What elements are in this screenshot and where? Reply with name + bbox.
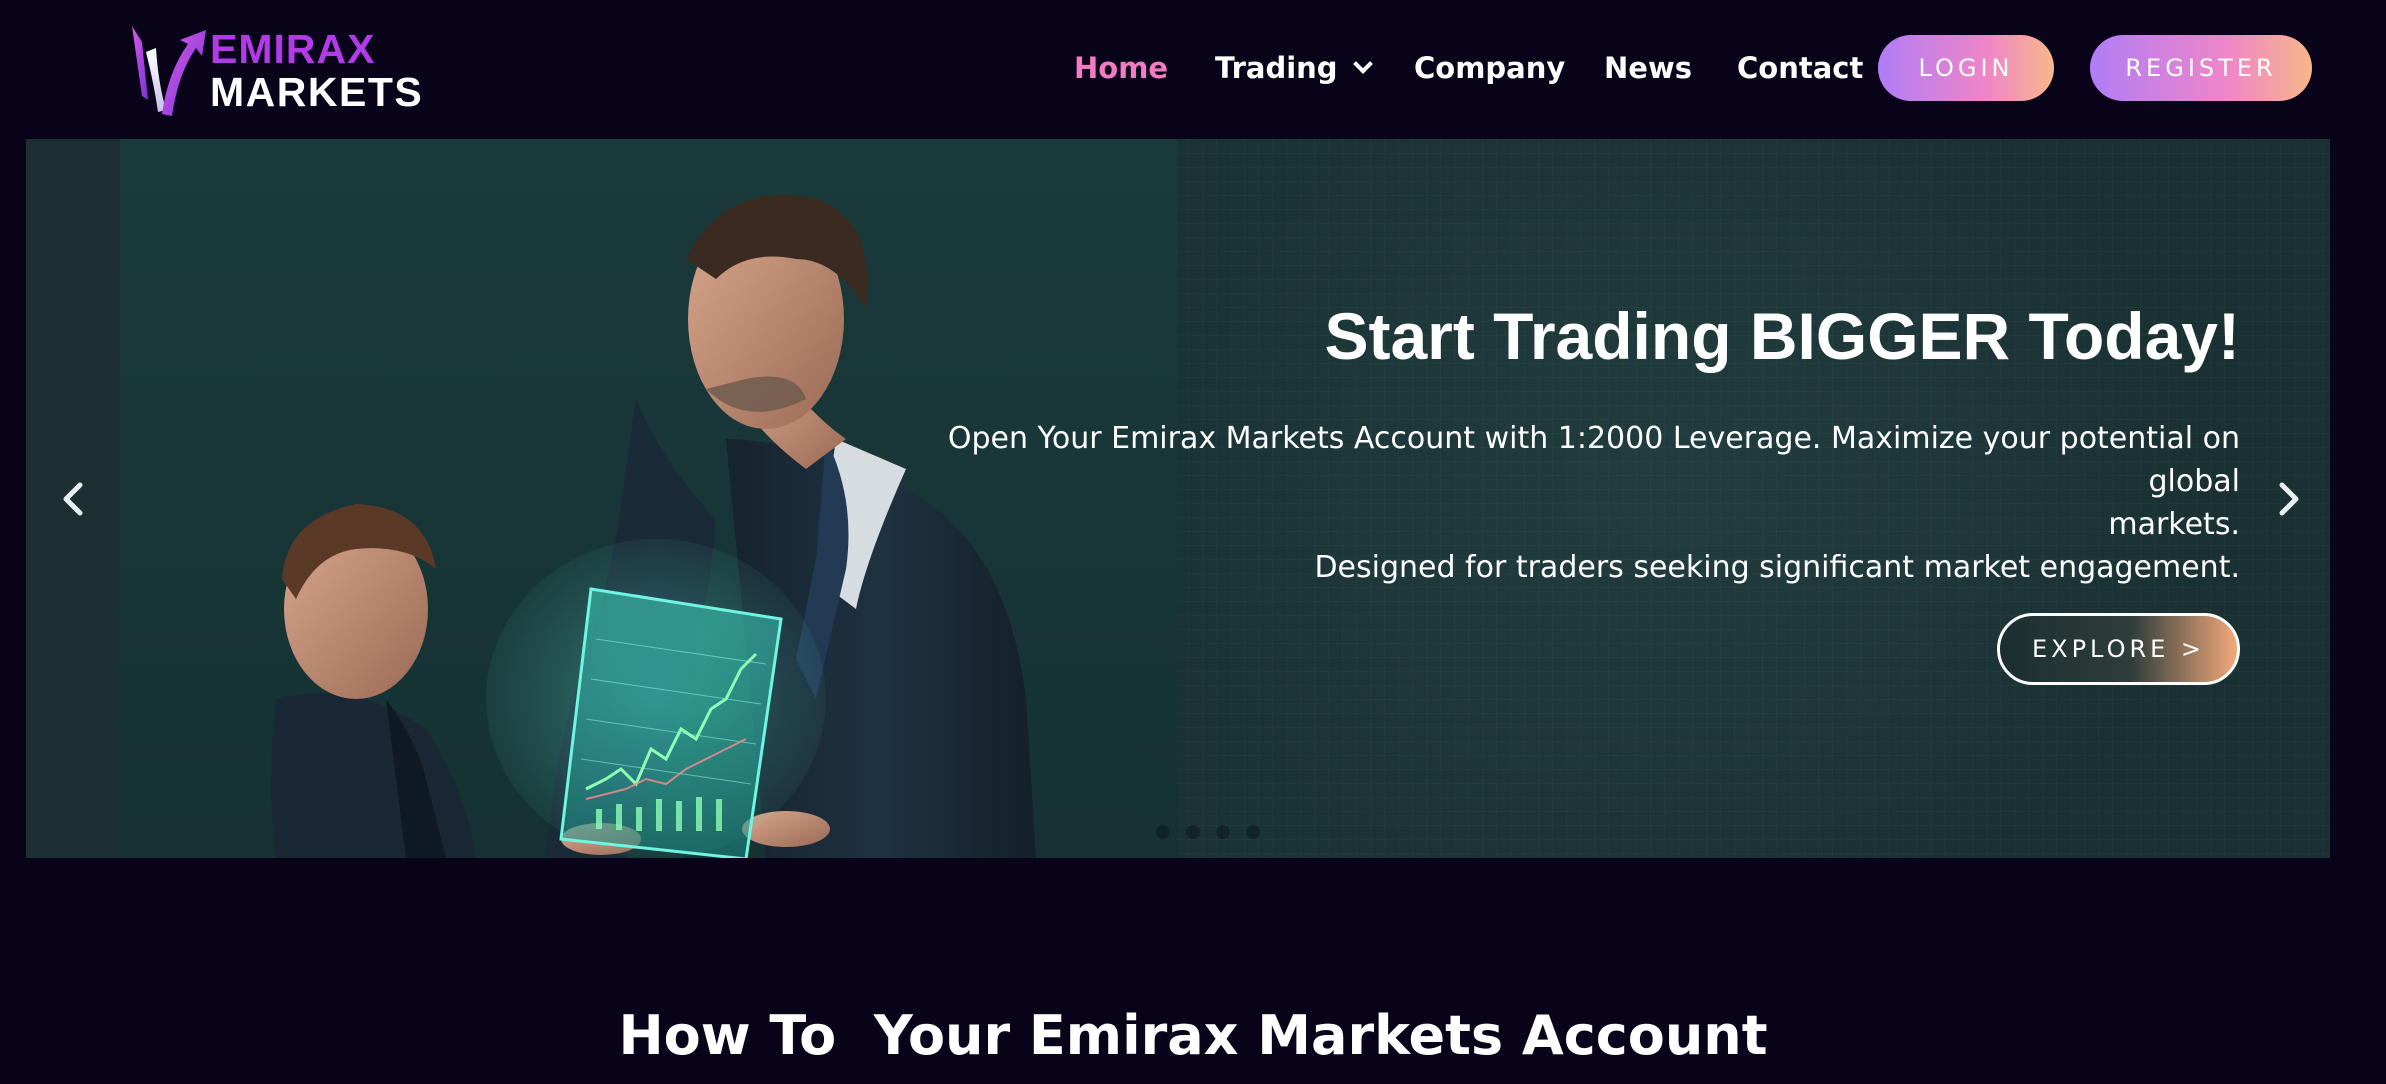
hero-slider: Start Trading BIGGER Today! Open Your Em… — [26, 139, 2330, 858]
nav-trading-label: Trading — [1215, 51, 1338, 85]
nav-news-label: News — [1604, 51, 1692, 85]
hero-prev-arrow[interactable] — [54, 479, 94, 519]
nav-home-label: Home — [1074, 51, 1169, 85]
hero-subtitle-line-2: markets. — [2108, 506, 2240, 542]
section-title: How To Your Emirax Markets Account — [618, 1004, 1768, 1067]
chevron-left-icon — [63, 482, 83, 516]
nav-news[interactable]: News — [1604, 40, 1692, 96]
nav-contact-label: Contact — [1737, 51, 1864, 85]
slider-dot[interactable] — [1216, 825, 1230, 839]
hero-subtitle: Open Your Emirax Markets Account with 1:… — [900, 417, 2240, 589]
slider-dot[interactable] — [1156, 825, 1170, 839]
explore-button-label: EXPLORE > — [2031, 635, 2206, 663]
hero-text-block: Start Trading BIGGER Today! Open Your Em… — [900, 299, 2240, 589]
slider-dot[interactable] — [1246, 825, 1260, 839]
login-button-label: LOGIN — [1918, 54, 2014, 82]
hero-subtitle-line-1: Open Your Emirax Markets Account with 1:… — [947, 420, 2240, 499]
hero-next-arrow[interactable] — [2268, 479, 2308, 519]
site-header: EMIRAX MARKETS Home Trading Company News… — [0, 0, 2386, 138]
hero-subtitle-line-3: Designed for traders seeking significant… — [1314, 549, 2240, 585]
nav-company[interactable]: Company — [1414, 40, 1565, 96]
slider-dot[interactable] — [1186, 825, 1200, 839]
register-button[interactable]: REGISTER — [2090, 35, 2312, 101]
nav-trading[interactable]: Trading — [1215, 40, 1373, 96]
chevron-down-icon — [1352, 54, 1373, 74]
register-button-label: REGISTER — [2125, 54, 2277, 82]
explore-button[interactable]: EXPLORE > — [1997, 613, 2240, 685]
nav-company-label: Company — [1414, 51, 1566, 85]
login-button[interactable]: LOGIN — [1878, 35, 2054, 101]
chevron-right-icon — [2279, 482, 2299, 516]
nav-home[interactable]: Home — [1074, 40, 1168, 96]
nav-contact[interactable]: Contact — [1737, 40, 1863, 96]
hero-title: Start Trading BIGGER Today! — [1324, 299, 2240, 373]
slider-dots — [1156, 825, 1260, 839]
